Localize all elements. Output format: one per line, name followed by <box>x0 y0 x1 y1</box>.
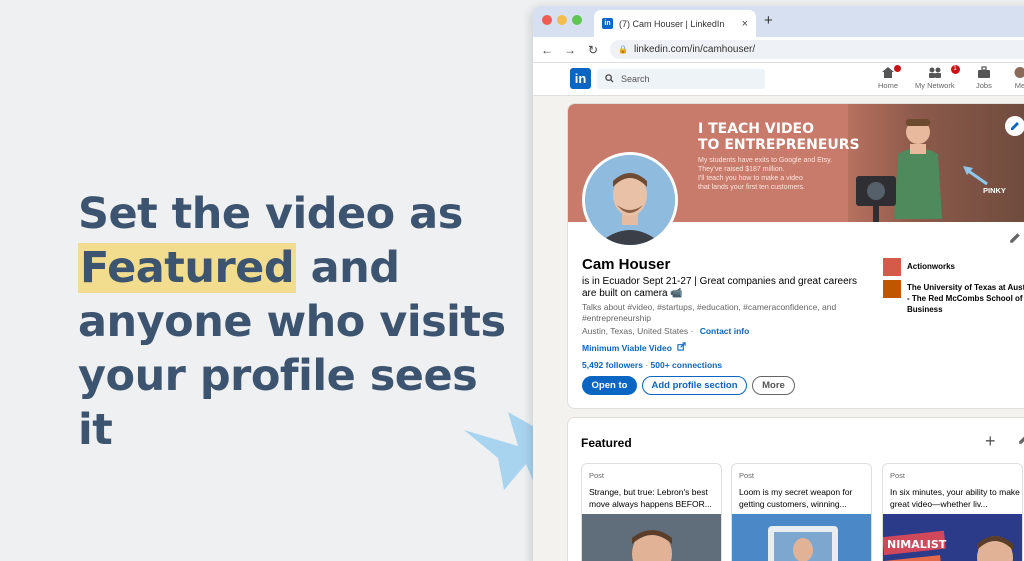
banner-sub-4: that lands your first ten customers. <box>698 184 805 191</box>
headline-line-4: your profile sees it <box>78 351 478 455</box>
pencil-icon <box>1011 122 1019 130</box>
avatar-photo <box>585 155 675 245</box>
more-button[interactable]: More <box>752 376 795 395</box>
featured-item-type: Post <box>890 471 906 480</box>
headline-line-1: Set the video as <box>78 189 463 239</box>
home-icon <box>878 65 902 81</box>
edit-intro-button[interactable] <box>1009 232 1021 247</box>
browser-window: in (7) Cam Houser | LinkedIn × + ← → ↻ 🔒… <box>533 6 1024 561</box>
banner-slogan-line-1: I TEACH VIDEO <box>698 121 815 137</box>
featured-item-text: In six minutes, your ability to make gre… <box>890 487 1020 509</box>
nav-my-network-label: My Network <box>915 81 955 90</box>
browser-tab-bar: in (7) Cam Houser | LinkedIn × + <box>533 6 1024 37</box>
featured-item[interactable]: Post In six minutes, your ability to mak… <box>882 463 1023 561</box>
headline-line-2-rest: and <box>296 243 400 293</box>
external-link-icon <box>677 342 686 351</box>
followers-link[interactable]: 5,492 followers <box>582 360 643 370</box>
website-label: Minimum Viable Video <box>582 343 672 353</box>
add-featured-button[interactable]: + <box>985 431 996 452</box>
network-icon: 1 <box>915 65 960 81</box>
banner-subtext: My students have exits to Google and Ets… <box>698 156 832 192</box>
network-badge: 1 <box>950 65 960 74</box>
connections-link[interactable]: 500+ connections <box>651 360 723 370</box>
open-to-button[interactable]: Open to <box>582 376 637 395</box>
profile-talks-about: Talks about #video, #startups, #educatio… <box>582 302 837 323</box>
actionworks-logo-icon <box>883 258 901 276</box>
camera-rig-illustration <box>856 176 896 222</box>
nav-jobs-label: Jobs <box>976 81 992 90</box>
banner-slogan-line-2: TO ENTREPRENEURS <box>698 137 860 153</box>
banner-sub-1: My students have exits to Google and Ets… <box>698 157 833 164</box>
window-close-dot[interactable] <box>542 15 552 25</box>
headline-line-3: anyone who visits <box>78 297 506 347</box>
featured-thumbnail <box>582 514 721 561</box>
nav-home[interactable]: Home <box>878 65 902 90</box>
banner-slogan: I TEACH VIDEO TO ENTREPRENEURS <box>698 121 860 153</box>
experience-actionworks-name: Actionworks <box>907 262 956 271</box>
headline-line-2: Featured and <box>78 241 518 295</box>
window-minimize-dot[interactable] <box>557 15 567 25</box>
window-maximize-dot[interactable] <box>572 15 582 25</box>
home-notification-dot <box>894 65 902 72</box>
url-field[interactable]: 🔒 linkedin.com/in/camhouser/ <box>610 40 1024 59</box>
contact-info-link[interactable]: Contact info <box>700 326 750 336</box>
profile-location-row: Austin, Texas, United States · Contact i… <box>582 326 750 336</box>
pencil-icon <box>1019 436 1024 444</box>
profile-card: I TEACH VIDEO TO ENTREPRENEURS My studen… <box>567 103 1024 409</box>
featured-thumbnail <box>732 514 871 561</box>
nav-me[interactable]: Me <box>1013 66 1024 90</box>
tab-close-icon[interactable]: × <box>742 18 748 30</box>
me-icon <box>1013 66 1024 81</box>
featured-highlight: Featured <box>78 243 297 293</box>
nav-home-label: Home <box>878 81 899 90</box>
experience-ut-austin-name: The University of Texas at Austin - The … <box>907 283 1024 314</box>
thumbnail-text: NIMALIST <box>887 538 947 551</box>
network-stats: 5,492 followers · 500+ connections <box>582 360 723 370</box>
profile-name: Cam Houser <box>582 256 671 273</box>
featured-thumbnail: NIMALIST <box>883 514 1022 561</box>
tab-title: (7) Cam Houser | LinkedIn <box>619 18 725 29</box>
lock-icon: 🔒 <box>618 45 628 54</box>
banner-sub-3: I'll teach you how to make a video <box>698 175 803 182</box>
nav-me-label: Me <box>1014 81 1024 90</box>
add-profile-section-button[interactable]: Add profile section <box>642 376 747 395</box>
forward-button[interactable]: → <box>564 43 576 57</box>
profile-headline: is in Ecuador Sept 21-27 | Great compani… <box>582 276 857 299</box>
featured-item-text: Loom is my secret weapon for getting cus… <box>739 487 853 509</box>
search-placeholder: Search <box>621 74 650 84</box>
edit-banner-button[interactable] <box>1005 116 1024 136</box>
nav-jobs[interactable]: Jobs <box>976 66 992 90</box>
featured-item-text: Strange, but true: Lebron's best move al… <box>589 487 712 509</box>
profile-avatar[interactable] <box>582 152 678 248</box>
briefcase-icon <box>976 66 992 81</box>
nav-my-network[interactable]: 1 My Network <box>915 65 960 90</box>
featured-item[interactable]: Post Loom is my secret weapon for gettin… <box>731 463 872 561</box>
featured-item-type: Post <box>589 471 605 480</box>
featured-section: Featured + Post Strange, but true: Lebro… <box>567 417 1024 561</box>
new-tab-button[interactable]: + <box>764 12 773 29</box>
linkedin-navbar: in Search Home 1 My Network Jobs Me <box>533 63 1024 96</box>
browser-tab[interactable]: in (7) Cam Houser | LinkedIn × <box>594 10 756 37</box>
url-text: linkedin.com/in/camhouser/ <box>633 44 756 55</box>
website-link[interactable]: Minimum Viable Video <box>582 342 686 353</box>
edit-featured-button[interactable] <box>1018 433 1024 448</box>
featured-item[interactable]: Post Strange, but true: Lebron's best mo… <box>581 463 722 561</box>
reload-button[interactable]: ↻ <box>587 43 599 57</box>
banner-sub-2: They've raised $187 million. <box>698 166 785 173</box>
back-button[interactable]: ← <box>541 43 553 57</box>
slide-headline: Set the video as Featured and anyone who… <box>78 187 518 457</box>
pencil-icon <box>1010 233 1020 243</box>
address-bar-row: ← → ↻ 🔒 linkedin.com/in/camhouser/ <box>533 37 1024 63</box>
featured-title: Featured <box>581 436 632 450</box>
ut-austin-logo-icon <box>883 280 901 298</box>
search-icon <box>605 73 614 85</box>
search-input[interactable]: Search <box>597 69 765 89</box>
profile-location: Austin, Texas, United States <box>582 326 689 336</box>
linkedin-logo-icon[interactable]: in <box>570 68 591 89</box>
featured-item-type: Post <box>739 471 755 480</box>
pinky-label: PINKY <box>983 186 1006 195</box>
linkedin-favicon-icon: in <box>602 18 613 29</box>
pinky-arrow-icon <box>963 166 988 186</box>
